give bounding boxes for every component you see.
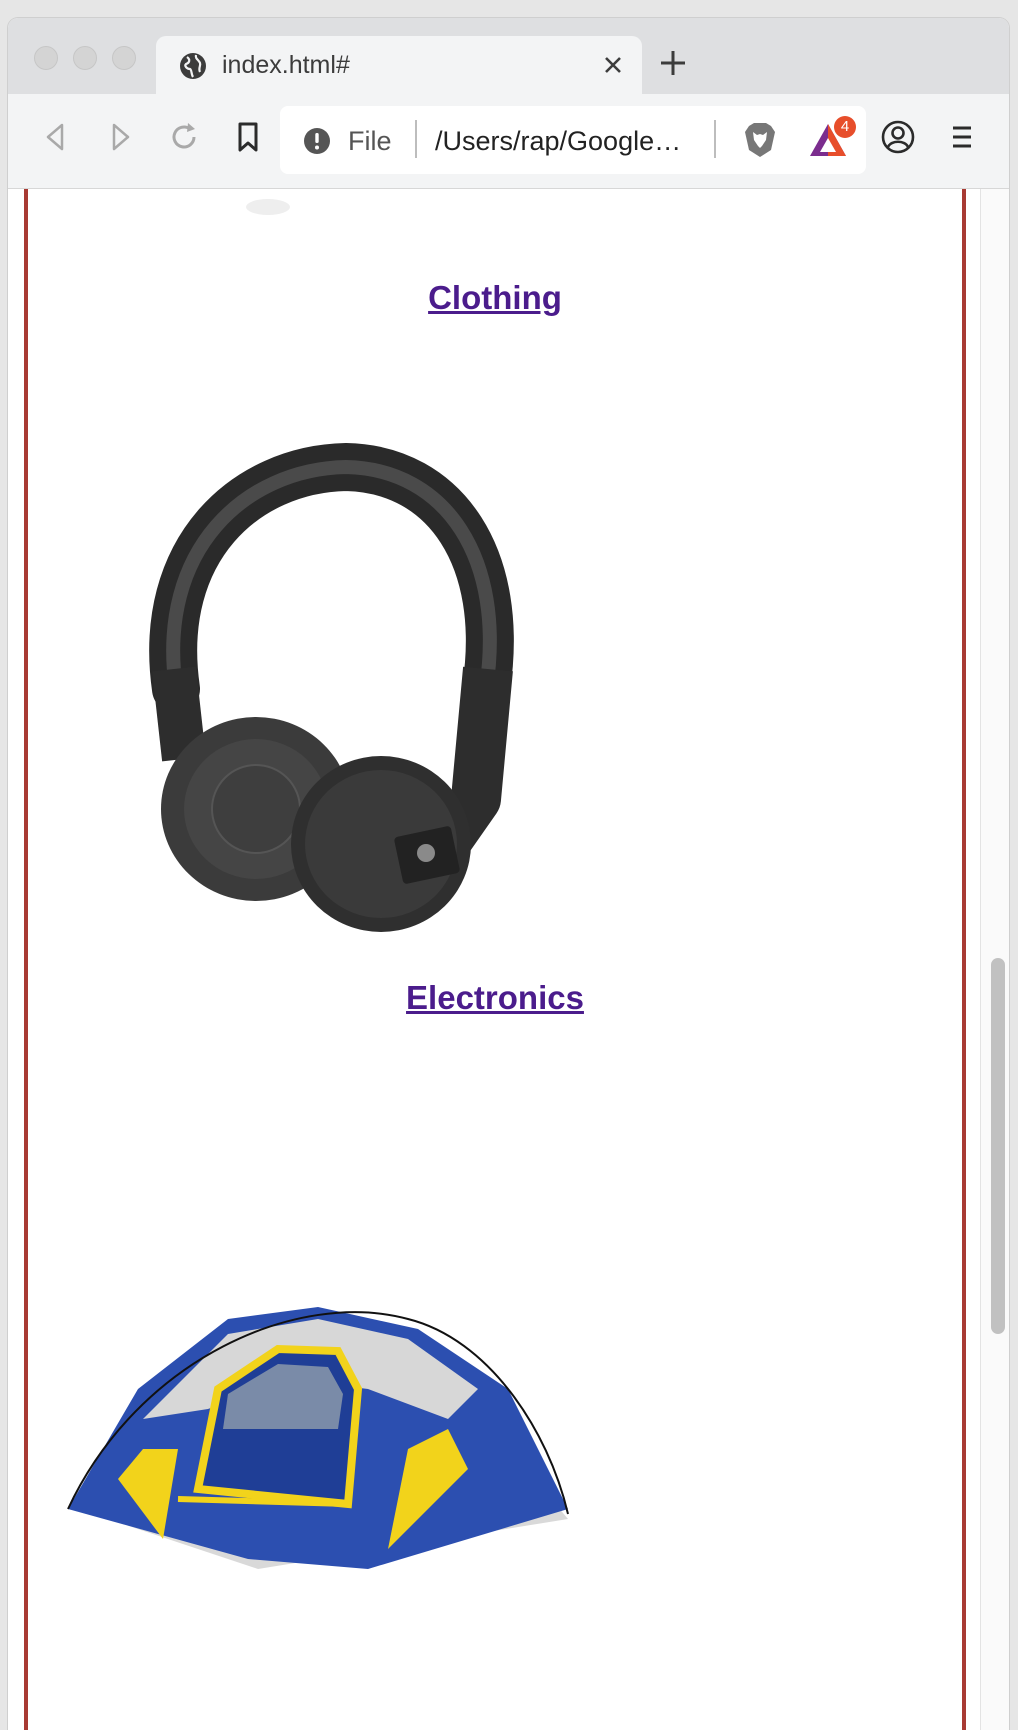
new-tab-icon[interactable] [658, 48, 688, 78]
forward-icon[interactable] [102, 119, 138, 155]
toolbar: File /Users/rap/Google… 4 [8, 94, 1009, 189]
brave-shields-icon[interactable] [742, 120, 778, 160]
reload-icon[interactable] [166, 119, 202, 155]
tab-index-html[interactable]: index.html# [156, 36, 642, 96]
profile-icon[interactable] [880, 119, 916, 155]
rewards-badge: 4 [834, 116, 856, 138]
scrollbar-thumb[interactable] [991, 958, 1005, 1334]
url-divider [415, 120, 417, 158]
tab-strip: index.html# [8, 18, 1009, 96]
globe-icon [180, 53, 206, 79]
bookmark-icon[interactable] [230, 119, 266, 155]
address-bar[interactable]: File /Users/rap/Google… 4 [280, 106, 866, 174]
content-frame: Clothing Electronics [24, 189, 966, 1730]
page-viewport: Clothing Electronics [8, 189, 980, 1730]
headphones-image[interactable] [136, 439, 536, 939]
back-icon[interactable] [38, 119, 74, 155]
category-link-electronics[interactable]: Electronics [28, 979, 962, 1017]
browser-window: index.html# File /Users/rap/Google… 4 Cl… [8, 18, 1009, 1730]
url-scheme: File [348, 126, 392, 156]
zoom-window-button[interactable] [112, 46, 136, 70]
url-path[interactable]: /Users/rap/Google… [435, 126, 681, 157]
close-tab-icon[interactable] [598, 50, 628, 80]
tab-title: index.html# [222, 51, 350, 79]
category-link-clothing[interactable]: Clothing [28, 279, 962, 317]
site-info-icon[interactable] [302, 126, 332, 156]
tent-image[interactable] [48, 1279, 578, 1589]
close-window-button[interactable] [34, 46, 58, 70]
url-divider [714, 120, 716, 158]
partial-product-image [246, 199, 290, 215]
menu-icon[interactable] [944, 119, 980, 155]
minimize-window-button[interactable] [73, 46, 97, 70]
